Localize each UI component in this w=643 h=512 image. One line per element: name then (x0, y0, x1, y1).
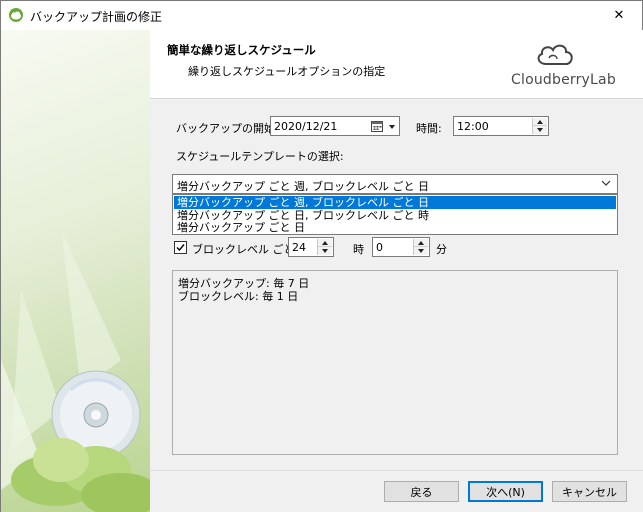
template-label: スケジュールテンプレートの選択: (176, 150, 344, 163)
wizard-content: バックアップの開始: 2020/12/21 時間: 12:00 スケジュールテン… (150, 99, 643, 470)
start-date-picker[interactable]: 2020/12/21 (270, 116, 400, 136)
block-minutes-field[interactable]: 0 (372, 237, 430, 257)
block-hours-value: 24 (292, 241, 306, 254)
hours-spinner[interactable] (317, 239, 332, 255)
summary-line: ブロックレベル: 毎 1 日 (178, 290, 299, 303)
checkmark-icon (176, 244, 185, 252)
close-icon: ✕ (613, 8, 625, 23)
template-selected-value: 増分バックアップ ごと 週, ブロックレベル ごと 日 (177, 180, 429, 193)
spin-down-icon[interactable] (318, 247, 332, 255)
spin-up-icon[interactable] (533, 118, 547, 126)
hours-unit-label: 時 (353, 243, 364, 256)
next-button[interactable]: 次へ(N) (468, 481, 543, 502)
spin-up-icon[interactable] (318, 239, 332, 247)
schedule-summary: 増分バックアップ: 毎 7 日 ブロックレベル: 毎 1 日 (172, 270, 618, 455)
backup-start-label: バックアップの開始: (176, 122, 279, 135)
time-spinner[interactable] (532, 118, 547, 134)
cancel-button[interactable]: キャンセル (552, 481, 627, 502)
time-label: 時間: (416, 122, 442, 135)
back-button[interactable]: 戻る (384, 481, 459, 502)
cloud-logo-icon (537, 44, 573, 65)
disc-illustration (1, 230, 150, 512)
wizard-footer: 戻る 次へ(N) キャンセル (150, 470, 643, 512)
spin-up-icon[interactable] (414, 239, 428, 247)
minutes-unit-label: 分 (436, 243, 447, 256)
side-banner (1, 30, 150, 512)
block-minutes-value: 0 (376, 241, 383, 254)
title-bar: バックアップ計画の修正 ✕ (1, 1, 642, 30)
spin-down-icon[interactable] (533, 126, 547, 134)
dropdown-option[interactable]: 増分バックアップ ごと 日 (174, 221, 616, 234)
close-button[interactable]: ✕ (596, 1, 642, 30)
schedule-template-select[interactable]: 増分バックアップ ごと 週, ブロックレベル ごと 日 (172, 174, 618, 194)
page-title: 簡単な繰り返しスケジュール (167, 43, 316, 57)
window-title: バックアップ計画の修正 (30, 10, 163, 24)
logo-text: CloudberryLab (511, 72, 616, 88)
template-dropdown-list: 増分バックアップ ごと 週, ブロックレベル ごと 日 増分バックアップ ごと … (172, 194, 618, 235)
block-hours-field[interactable]: 24 (288, 237, 334, 257)
spin-down-icon[interactable] (414, 247, 428, 255)
chevron-down-icon[interactable] (601, 178, 611, 191)
dialog-window: バックアップ計画の修正 ✕ 簡単な繰り返しスケジュール 繰り返しスケジュールオプ… (0, 0, 643, 512)
calendar-icon[interactable] (371, 120, 383, 135)
page-subtitle: 繰り返しスケジュールオプションの指定 (188, 65, 386, 78)
cloudberry-app-icon (8, 7, 24, 23)
wizard-header: 簡単な繰り返しスケジュール 繰り返しスケジュールオプションの指定 Cloudbe… (150, 30, 643, 99)
start-date-value: 2020/12/21 (274, 120, 338, 133)
block-level-label: ブロックレベル ごと : (192, 243, 302, 256)
minutes-spinner[interactable] (413, 239, 428, 255)
chevron-down-icon[interactable] (389, 125, 395, 129)
start-time-value: 12:00 (457, 120, 489, 133)
start-time-field[interactable]: 12:00 (453, 116, 549, 136)
block-level-checkbox[interactable] (174, 241, 187, 254)
dropdown-option[interactable]: 増分バックアップ ごと 週, ブロックレベル ごと 日 (174, 196, 616, 209)
cloudberry-logo: CloudberryLab (505, 38, 616, 92)
